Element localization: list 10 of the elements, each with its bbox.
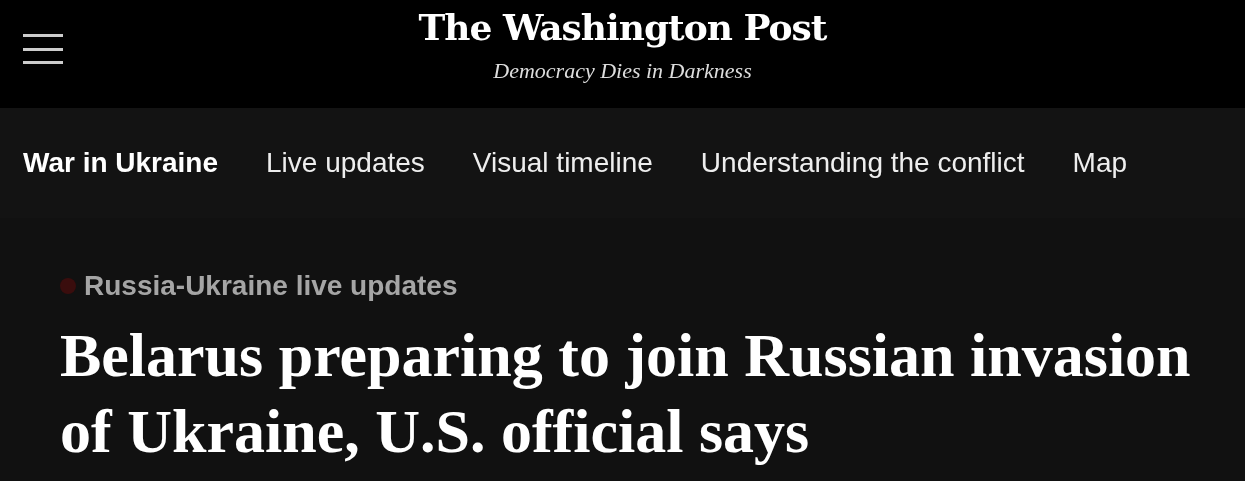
nav-link[interactable]: Map xyxy=(1072,142,1128,184)
logo[interactable]: The Washington Post xyxy=(418,4,827,50)
menu-icon[interactable] xyxy=(23,33,63,65)
nav-link[interactable]: Live updates xyxy=(266,142,425,184)
nav-link[interactable]: War in Ukraine xyxy=(23,142,218,184)
nav-link[interactable]: Visual timeline xyxy=(472,142,653,184)
nav-link[interactable]: Understanding the conflict xyxy=(700,142,1025,184)
kicker-link[interactable]: Russia-Ukraine live updates xyxy=(84,265,458,307)
headline: Belarus preparing to join Russian invasion of Ukraine, U.S. official says xyxy=(60,320,1192,467)
tagline: Democracy Dies in Darkness xyxy=(493,58,752,84)
